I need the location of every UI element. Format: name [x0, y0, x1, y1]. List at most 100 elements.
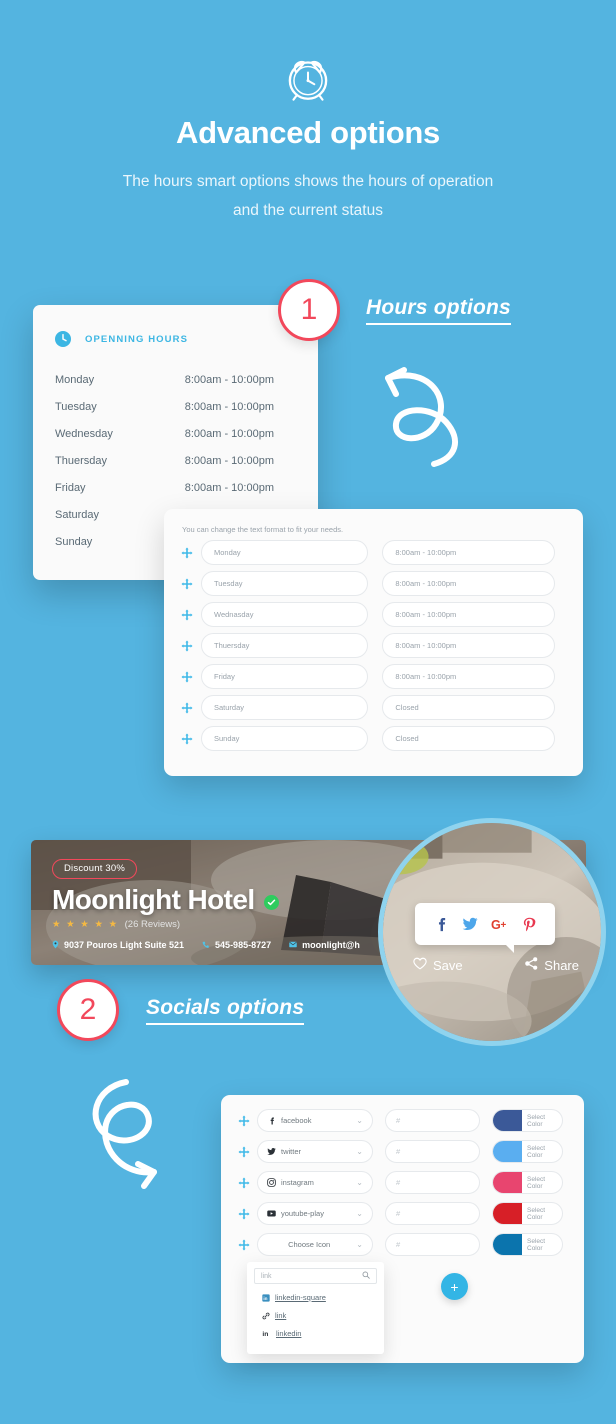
select-color-label: Select Color — [527, 1113, 546, 1128]
chevron-down-icon: ⌄ — [356, 1116, 363, 1125]
arrow-doodle-2 — [92, 1079, 157, 1189]
drag-handle-icon[interactable] — [237, 1238, 250, 1251]
social-icon-select[interactable]: instagram ⌄ — [257, 1171, 373, 1194]
hotel-email: moonlight@h — [289, 940, 360, 950]
select-color-label: Select Color — [527, 1175, 546, 1190]
drag-handle-icon[interactable] — [237, 1207, 250, 1220]
step-badge-1: 1 — [278, 279, 340, 341]
day-time-input[interactable]: 8:00am - 10:00pm — [382, 633, 555, 658]
save-label: Save — [433, 957, 463, 973]
day-time-input[interactable]: Closed — [382, 726, 555, 751]
social-link-input[interactable]: # — [385, 1233, 480, 1256]
day-name-input[interactable]: Tuesday — [201, 571, 369, 596]
social-icon-select-empty[interactable]: Choose Icon ⌄ — [257, 1233, 373, 1256]
share-button[interactable]: Share — [525, 957, 579, 973]
icon-result-item[interactable]: in linkedin — [254, 1329, 377, 1338]
drag-handle-icon[interactable] — [180, 701, 193, 714]
icon-result-item[interactable]: in linkedin-square — [254, 1293, 377, 1302]
social-color-picker[interactable]: Select Color — [492, 1140, 563, 1163]
day-time-input[interactable]: 8:00am - 10:00pm — [382, 602, 555, 627]
opening-hours-title: OPENNING HOURS — [85, 333, 189, 345]
drag-handle-icon[interactable] — [237, 1176, 250, 1189]
day-name-input[interactable]: Monday — [201, 540, 369, 565]
step-label-socials-options: Socials options — [146, 996, 305, 1025]
day-name-input[interactable]: Wednasday — [201, 602, 369, 627]
clock-icon — [55, 331, 71, 347]
day-time-input[interactable]: 8:00am - 10:00pm — [382, 571, 555, 596]
hours-editor-row: Tuesday 8:00am - 10:00pm — [180, 571, 555, 596]
hours-editor-row: Saturday Closed — [180, 695, 555, 720]
star-rating: ★ ★ ★ ★ ★ — [52, 918, 119, 930]
social-color-picker[interactable]: Select Color — [492, 1171, 563, 1194]
discount-badge: Discount 30% — [52, 858, 138, 879]
hours-day: Sunday — [55, 535, 93, 548]
page-subtitle: The hours smart options shows the hours … — [122, 173, 494, 219]
drag-handle-icon[interactable] — [180, 670, 193, 683]
social-icon-select[interactable]: facebook ⌄ — [257, 1109, 373, 1132]
link-icon — [262, 1312, 270, 1320]
hours-editor-note: You can change the text format to fit yo… — [182, 525, 344, 534]
facebook-icon[interactable] — [434, 917, 449, 932]
select-color-label: Select Color — [527, 1237, 546, 1252]
social-link-input[interactable]: # — [385, 1109, 480, 1132]
day-name-value: Thuersday — [214, 641, 250, 650]
social-icon-name: instagram — [281, 1178, 314, 1187]
google-plus-icon[interactable]: G + — [491, 917, 509, 932]
youtube-play-icon — [267, 1210, 276, 1217]
icon-search-input[interactable]: link — [254, 1268, 377, 1284]
day-time-input[interactable]: 8:00am - 10:00pm — [382, 540, 555, 565]
social-color-picker[interactable]: Select Color — [492, 1233, 563, 1256]
day-time-input[interactable]: Closed — [382, 695, 555, 720]
opening-hours-header: OPENNING HOURS — [55, 331, 296, 347]
day-name-value: Wednasday — [214, 610, 254, 619]
review-count: (26 Reviews) — [124, 918, 181, 930]
drag-handle-icon[interactable] — [180, 732, 193, 745]
linkedin-square-icon: in — [262, 1293, 270, 1302]
drag-handle-icon[interactable] — [237, 1145, 250, 1158]
social-link-input[interactable]: # — [385, 1140, 480, 1163]
day-time-input[interactable]: 8:00am - 10:00pm — [382, 664, 555, 689]
day-name-input[interactable]: Thuersday — [201, 633, 369, 658]
save-button[interactable]: Save — [413, 957, 463, 973]
social-color-picker[interactable]: Select Color — [492, 1202, 563, 1225]
hours-editor-row: Thuersday 8:00am - 10:00pm — [180, 633, 555, 658]
step-badge-2: 2 — [57, 979, 119, 1041]
social-link-input[interactable]: # — [385, 1171, 480, 1194]
twitter-icon[interactable] — [462, 916, 478, 932]
day-name-value: Monday — [214, 548, 241, 557]
day-name-input[interactable]: Friday — [201, 664, 369, 689]
step-label-hours-options: Hours options — [366, 296, 511, 325]
hotel-name: Moonlight Hotel — [52, 883, 255, 915]
hours-row: Tuesday 8:00am - 10:00pm — [55, 393, 296, 420]
icon-result-item[interactable]: link — [254, 1311, 377, 1320]
drag-handle-icon[interactable] — [180, 639, 193, 652]
add-social-button[interactable]: + — [441, 1273, 468, 1300]
day-name-input[interactable]: Saturday — [201, 695, 369, 720]
social-icon-select[interactable]: twitter ⌄ — [257, 1140, 373, 1163]
social-editor-row: facebook ⌄ # Select Color — [237, 1109, 566, 1132]
instagram-icon — [267, 1178, 276, 1187]
drag-handle-icon[interactable] — [237, 1114, 250, 1127]
day-name-input[interactable]: Sunday — [201, 726, 369, 751]
facebook-icon — [267, 1117, 276, 1125]
pinterest-icon[interactable] — [522, 917, 537, 932]
social-link-input[interactable]: # — [385, 1202, 480, 1225]
chevron-down-icon: ⌄ — [356, 1178, 363, 1187]
day-time-value: 8:00am - 10:00pm — [395, 610, 457, 619]
svg-text:+: + — [500, 920, 506, 931]
social-icon-select[interactable]: youtube-play ⌄ — [257, 1202, 373, 1225]
hours-row: Monday 8:00am - 10:00pm — [55, 366, 296, 393]
hours-day: Wednesday — [55, 427, 113, 440]
hero-section: Advanced options The hours smart options… — [0, 0, 616, 225]
social-editor-row: twitter ⌄ # Select Color — [237, 1140, 566, 1163]
social-link-placeholder: # — [396, 1147, 401, 1156]
page-root: Advanced options The hours smart options… — [0, 0, 616, 1424]
day-time-value: 8:00am - 10:00pm — [395, 641, 457, 650]
drag-handle-icon[interactable] — [180, 577, 193, 590]
hours-day: Thuersday — [55, 454, 107, 467]
drag-handle-icon[interactable] — [180, 608, 193, 621]
social-color-picker[interactable]: Select Color — [492, 1109, 563, 1132]
select-color-label: Select Color — [527, 1144, 546, 1159]
drag-handle-icon[interactable] — [180, 546, 193, 559]
day-name-value: Tuesday — [214, 579, 243, 588]
